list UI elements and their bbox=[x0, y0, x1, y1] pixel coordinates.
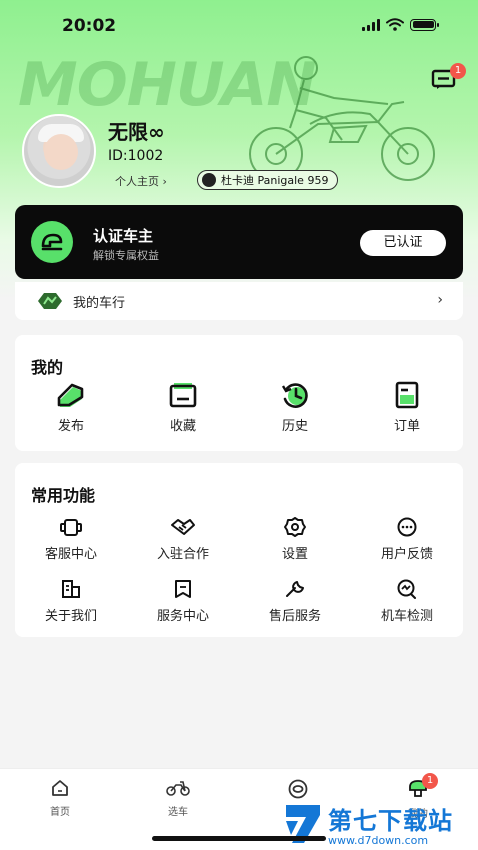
collect-tray-icon bbox=[169, 383, 197, 408]
tool-label: 客服中心 bbox=[44, 547, 97, 562]
publish-tag-icon bbox=[57, 383, 84, 407]
mine-tab-badge: 1 bbox=[422, 773, 438, 789]
mine-item-publish[interactable]: 发布 bbox=[15, 381, 127, 434]
tool-label: 售后服务 bbox=[268, 609, 321, 624]
tools-section-title: 常用功能 bbox=[31, 486, 96, 505]
tool-join-partnership[interactable]: 入驻合作 bbox=[127, 517, 239, 562]
inspect-icon bbox=[397, 579, 416, 599]
verify-subtitle: 解锁专属权益 bbox=[93, 249, 159, 262]
mine-item-collect[interactable]: 收藏 bbox=[127, 381, 239, 434]
mine-item-history[interactable]: 历史 bbox=[239, 381, 351, 434]
wifi-icon bbox=[386, 18, 404, 31]
status-time: 20:02 bbox=[62, 16, 117, 36]
order-doc-icon bbox=[395, 381, 419, 409]
tab-label: 选车 bbox=[168, 807, 188, 818]
verified-button[interactable]: 已认证 bbox=[360, 230, 446, 256]
garage-label: 我的车行 bbox=[73, 295, 126, 311]
message-badge: 1 bbox=[450, 63, 466, 79]
owner-verification-card[interactable]: 认证车主 解锁专属权益 已认证 bbox=[15, 205, 463, 279]
mine-section-title: 我的 bbox=[31, 358, 64, 377]
home-icon bbox=[52, 780, 68, 796]
tool-label: 服务中心 bbox=[156, 609, 209, 624]
gear-icon bbox=[284, 517, 306, 537]
user-id: ID:1002 bbox=[108, 148, 164, 164]
signal-icon bbox=[362, 18, 380, 31]
mine-item-order[interactable]: 订单 bbox=[351, 381, 463, 434]
status-bar: 20:02 bbox=[0, 0, 478, 50]
mine-section: 我的 发布 收藏 历史 订单 bbox=[15, 335, 463, 451]
building-icon bbox=[62, 580, 80, 598]
mine-item-label: 发布 bbox=[57, 419, 84, 434]
bike-brand-icon bbox=[202, 173, 216, 187]
motorbike-icon bbox=[166, 781, 190, 796]
home-indicator[interactable] bbox=[152, 836, 326, 841]
circle-eye-icon bbox=[288, 779, 308, 799]
tool-service-center[interactable]: 服务中心 bbox=[127, 579, 239, 624]
watermark-title: 第七下载站 bbox=[328, 807, 453, 835]
mine-item-label: 订单 bbox=[393, 419, 420, 434]
tab-label: 首页 bbox=[50, 807, 70, 818]
tool-label: 关于我们 bbox=[44, 609, 97, 624]
bike-model-tag[interactable]: 杜卡迪 Panigale 959 bbox=[197, 170, 339, 190]
username: 无限∞ bbox=[108, 120, 165, 144]
avatar[interactable] bbox=[22, 114, 96, 188]
bike-model-label: 杜卡迪 Panigale 959 bbox=[221, 174, 329, 187]
tool-about-us[interactable]: 关于我们 bbox=[15, 579, 127, 624]
my-garage-row[interactable]: 我的车行 › bbox=[15, 282, 463, 320]
mine-item-label: 收藏 bbox=[169, 419, 196, 434]
tool-label: 机车检测 bbox=[380, 609, 433, 624]
tab-home[interactable]: 首页 bbox=[30, 779, 90, 818]
helmet-icon bbox=[31, 221, 73, 263]
chevron-right-icon: › bbox=[437, 292, 443, 308]
handshake-icon bbox=[171, 519, 195, 535]
tool-moto-inspection[interactable]: 机车检测 bbox=[351, 579, 463, 624]
status-icons bbox=[362, 18, 439, 31]
tab-choose-bike[interactable]: 选车 bbox=[148, 779, 208, 818]
wrench-icon bbox=[286, 581, 304, 597]
tool-after-sales[interactable]: 售后服务 bbox=[239, 579, 351, 624]
motorcycle-rider-illustration bbox=[249, 56, 435, 181]
tool-label: 用户反馈 bbox=[380, 547, 433, 562]
feedback-icon bbox=[397, 517, 417, 537]
verify-title: 认证车主 bbox=[93, 227, 154, 245]
bookmark-icon bbox=[175, 580, 191, 598]
battery-icon bbox=[410, 18, 439, 31]
tool-settings[interactable]: 设置 bbox=[239, 517, 351, 562]
personal-homepage-link[interactable]: 个人主页 › bbox=[115, 173, 167, 189]
service-icon bbox=[60, 519, 82, 536]
tool-customer-service[interactable]: 客服中心 bbox=[15, 517, 127, 562]
common-tools-section: 常用功能 客服中心 入驻合作 设置 用户反馈 关于我们 服务中心 售后服务 机车… bbox=[15, 463, 463, 637]
tool-label: 设置 bbox=[281, 547, 308, 562]
history-clock-icon bbox=[281, 383, 308, 408]
tool-label: 入驻合作 bbox=[156, 547, 209, 562]
tool-user-feedback[interactable]: 用户反馈 bbox=[351, 517, 463, 562]
site-watermark: 第七下载站 www.d7down.com bbox=[282, 798, 478, 850]
mine-item-label: 历史 bbox=[281, 419, 308, 434]
garage-icon bbox=[38, 293, 62, 309]
